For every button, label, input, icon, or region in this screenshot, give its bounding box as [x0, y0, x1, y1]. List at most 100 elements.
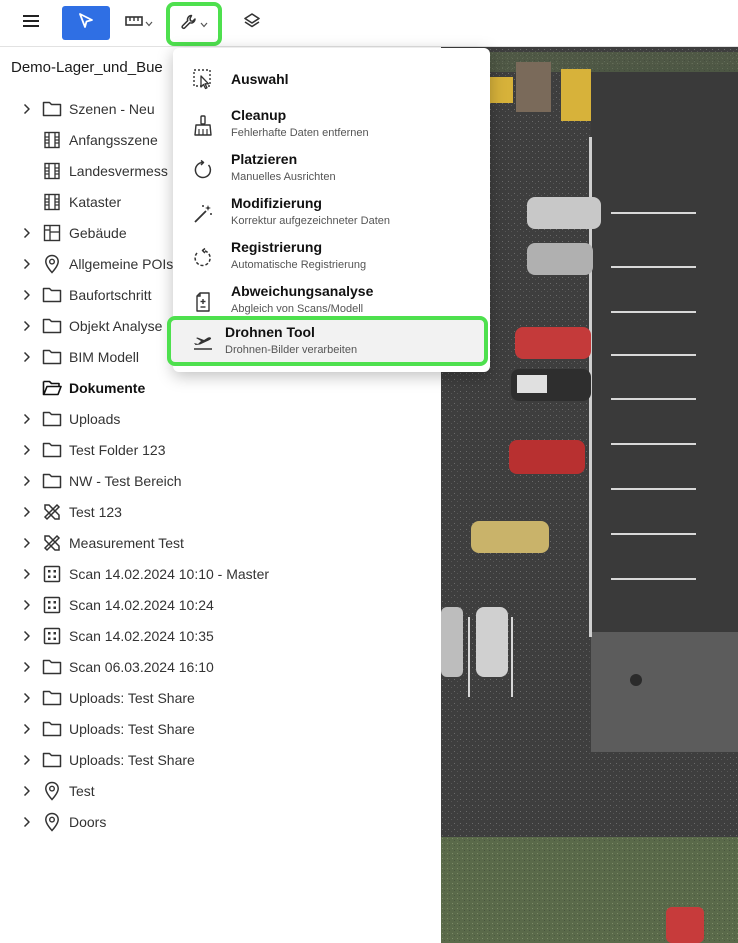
tree-item-label: BIM Modell: [69, 348, 140, 365]
tree-item[interactable]: Test 123: [0, 496, 441, 527]
pin-icon: [42, 812, 62, 832]
tree-item[interactable]: Scan 14.02.2024 10:35: [0, 620, 441, 651]
menu-item-auswahl[interactable]: Auswahl: [173, 57, 490, 101]
chevron-right-icon[interactable]: [20, 536, 34, 550]
menu-item-platzieren[interactable]: Platzieren Manuelles Ausrichten: [173, 148, 490, 192]
menu-item-label: Drohnen Tool: [225, 324, 315, 340]
chevron-right-icon[interactable]: [20, 784, 34, 798]
menu-item-modifizierung[interactable]: Modifizierung Korrektur aufgezeichneter …: [173, 192, 490, 236]
menu-icon: [23, 14, 39, 32]
tree-item-label: Doors: [69, 813, 107, 830]
magic-wand-icon: [191, 202, 215, 226]
tree-item[interactable]: Uploads: Test Share: [0, 713, 441, 744]
menu-item-description: Korrektur aufgezeichneter Daten: [231, 215, 390, 227]
folder-icon: [42, 285, 62, 305]
menu-item-registrierung[interactable]: Registrierung Automatische Registrierung: [173, 236, 490, 280]
chevron-right-icon[interactable]: [20, 350, 34, 364]
tree-item[interactable]: Dokumente: [0, 372, 441, 403]
tree-item[interactable]: Doors: [0, 806, 441, 837]
chevron-right-icon[interactable]: [20, 412, 34, 426]
chevron-right-icon[interactable]: [20, 629, 34, 643]
tree-item[interactable]: Uploads: Test Share: [0, 682, 441, 713]
chevron-down-icon: [200, 15, 208, 33]
select-cursor-icon: [77, 12, 95, 35]
chevron-right-icon[interactable]: [20, 226, 34, 240]
tree-item[interactable]: Scan 14.02.2024 10:10 - Master: [0, 558, 441, 589]
tree-item[interactable]: Test: [0, 775, 441, 806]
folder-open-icon: [42, 378, 62, 398]
tree-item-label: Test 123: [69, 503, 122, 520]
menu-item-description: Abgleich von Scans/Modell: [231, 303, 364, 315]
layers-icon: [243, 12, 261, 35]
folder-icon: [42, 657, 62, 677]
tree-item-label: Scan 14.02.2024 10:24: [69, 596, 214, 613]
tree-item-label: Baufortschritt: [69, 286, 152, 303]
folder-icon: [42, 347, 62, 367]
tree-item[interactable]: Test Folder 123: [0, 434, 441, 465]
tree-item-label: Uploads: [69, 410, 121, 427]
drone-takeoff-icon: [191, 329, 215, 353]
menu-item-label: Registrierung: [231, 239, 323, 255]
film-icon: [42, 192, 62, 212]
tree-item-label: Landesvermess: [69, 162, 168, 179]
chevron-right-icon[interactable]: [20, 443, 34, 457]
deviation-doc-icon: [191, 290, 215, 314]
scan-grid-icon: [42, 626, 62, 646]
tree-item[interactable]: Measurement Test: [0, 527, 441, 558]
layers-button[interactable]: [236, 6, 268, 40]
menu-item-description: Fehlerhafte Daten entfernen: [231, 127, 369, 139]
folder-icon: [42, 471, 62, 491]
menu-item-cleanup[interactable]: Cleanup Fehlerhafte Daten entfernen: [173, 104, 490, 148]
tree-item-label: Uploads: Test Share: [69, 751, 195, 768]
chevron-right-icon[interactable]: [20, 319, 34, 333]
menu-item-label: Auswahl: [231, 71, 289, 87]
menu-item-label: Cleanup: [231, 107, 287, 123]
tree-item-label: Gebäude: [69, 224, 127, 241]
chevron-right-icon[interactable]: [20, 474, 34, 488]
film-icon: [42, 161, 62, 181]
tree-item-label: Uploads: Test Share: [69, 720, 195, 737]
measure-tools-icon: [42, 533, 62, 553]
tree-item[interactable]: Scan 06.03.2024 16:10: [0, 651, 441, 682]
film-icon: [42, 130, 62, 150]
chevron-right-icon[interactable]: [20, 567, 34, 581]
measure-tools-icon: [42, 502, 62, 522]
tools-menu: Auswahl Cleanup Fehlerhafte Daten entfer…: [167, 48, 490, 372]
tree-item-label: Anfangsszene: [69, 131, 158, 148]
chevron-right-icon[interactable]: [20, 753, 34, 767]
menu-button[interactable]: [14, 6, 48, 40]
wrench-icon: [180, 13, 198, 36]
folder-icon: [42, 316, 62, 336]
chevron-right-icon[interactable]: [20, 598, 34, 612]
folder-icon: [42, 440, 62, 460]
tree-item-label: Scan 06.03.2024 16:10: [69, 658, 214, 675]
scan-grid-icon: [42, 564, 62, 584]
chevron-right-icon[interactable]: [20, 257, 34, 271]
tree-item-label: Test Folder 123: [69, 441, 166, 458]
menu-item-description: Automatische Registrierung: [231, 259, 367, 271]
tree-item[interactable]: Uploads: [0, 403, 441, 434]
tree-item-label: Test: [69, 782, 95, 799]
tree-item-label: Allgemeine POIs: [69, 255, 174, 272]
tree-item-label: Objekt Analyse: [69, 317, 163, 334]
tree-item[interactable]: NW - Test Bereich: [0, 465, 441, 496]
measure-tool-dropdown[interactable]: [118, 6, 160, 40]
tree-item[interactable]: Uploads: Test Share: [0, 744, 441, 775]
tree-item-label: Kataster: [69, 193, 122, 210]
chevron-right-icon[interactable]: [20, 660, 34, 674]
select-tool-button[interactable]: [62, 6, 110, 40]
scan-grid-icon: [42, 595, 62, 615]
menu-item-drohnen-tool[interactable]: Drohnen Tool Drohnen-Bilder verarbeiten: [167, 316, 488, 366]
chevron-right-icon[interactable]: [20, 722, 34, 736]
project-title: Demo-Lager_und_Bue: [11, 59, 163, 76]
chevron-right-icon[interactable]: [20, 505, 34, 519]
chevron-right-icon[interactable]: [20, 815, 34, 829]
tools-dropdown-button[interactable]: [166, 2, 222, 46]
folder-icon: [42, 719, 62, 739]
rotate-icon: [191, 158, 215, 182]
chevron-right-icon[interactable]: [20, 691, 34, 705]
chevron-right-icon[interactable]: [20, 288, 34, 302]
chevron-right-icon[interactable]: [20, 102, 34, 116]
menu-item-description: Manuelles Ausrichten: [231, 171, 336, 183]
tree-item[interactable]: Scan 14.02.2024 10:24: [0, 589, 441, 620]
